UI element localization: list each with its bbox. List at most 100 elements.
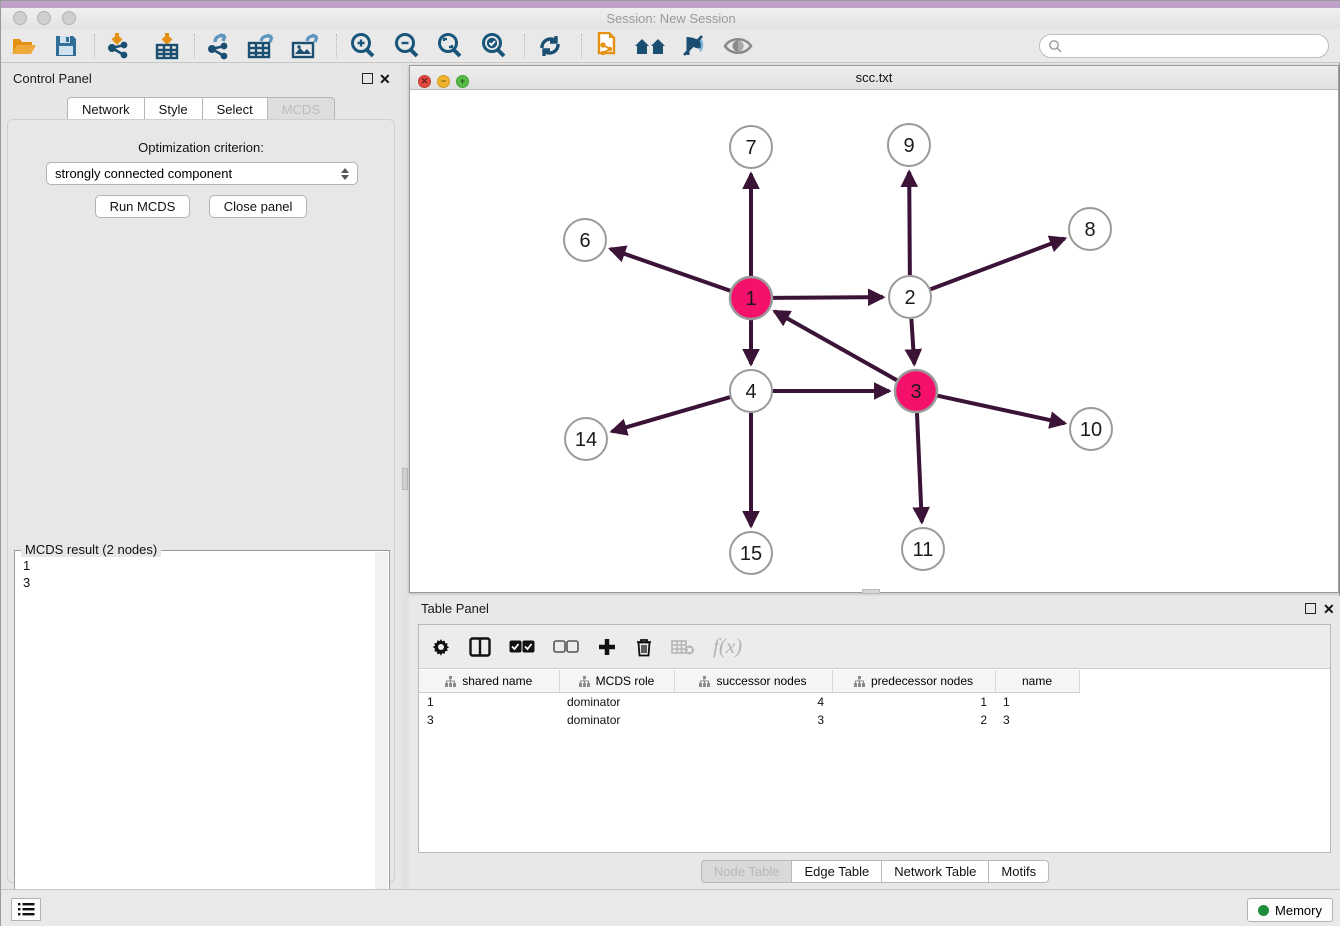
result-scrollbar[interactable] bbox=[375, 552, 388, 926]
panel-splitter[interactable] bbox=[401, 63, 409, 889]
graph-edge[interactable] bbox=[917, 413, 922, 522]
table-row[interactable]: 1 dominator 4 1 1 bbox=[419, 693, 1079, 712]
graph-edge[interactable] bbox=[911, 319, 914, 364]
float-panel-icon[interactable] bbox=[362, 73, 373, 84]
add-icon[interactable] bbox=[597, 637, 617, 657]
tab-network-table[interactable]: Network Table bbox=[882, 860, 989, 883]
toolbar-separator bbox=[94, 34, 95, 58]
clone-network-icon[interactable] bbox=[589, 32, 623, 60]
zoom-in-icon[interactable] bbox=[346, 32, 380, 60]
columns-icon[interactable] bbox=[469, 637, 491, 657]
background-window-strip bbox=[1, 1, 1340, 8]
save-session-icon[interactable] bbox=[49, 32, 83, 60]
graph-node[interactable]: 2 bbox=[889, 276, 931, 318]
import-network-icon[interactable] bbox=[102, 32, 136, 60]
zoom-out-icon[interactable] bbox=[390, 32, 424, 60]
mcds-result-list: 1 3 bbox=[23, 557, 30, 591]
graph-node[interactable]: 14 bbox=[565, 418, 607, 460]
memory-button[interactable]: Memory bbox=[1247, 898, 1333, 922]
function-icon[interactable]: f(x) bbox=[713, 634, 742, 659]
toolbar-separator bbox=[581, 34, 582, 58]
graph-node[interactable]: 10 bbox=[1070, 408, 1112, 450]
close-panel-icon[interactable]: ✕ bbox=[1323, 601, 1335, 618]
select-all-icon[interactable] bbox=[509, 640, 535, 654]
gear-icon[interactable] bbox=[431, 637, 451, 657]
graph-node[interactable]: 7 bbox=[730, 126, 772, 168]
zoom-selected-icon[interactable] bbox=[477, 32, 511, 60]
task-history-button[interactable] bbox=[11, 898, 41, 921]
graph-node-label: 4 bbox=[745, 381, 756, 403]
graph-node[interactable]: 4 bbox=[730, 370, 772, 412]
splitter-handle[interactable] bbox=[402, 468, 408, 490]
column-header[interactable]: successor nodes bbox=[674, 670, 832, 693]
optimization-criterion-label: Optimization criterion: bbox=[8, 140, 394, 155]
mcds-panel-body: Optimization criterion: strongly connect… bbox=[7, 119, 395, 883]
graph-node-label: 2 bbox=[904, 287, 915, 309]
delete-table-icon[interactable] bbox=[671, 639, 695, 655]
graphics-details-icon[interactable] bbox=[721, 32, 755, 60]
float-panel-icon[interactable] bbox=[1305, 603, 1316, 614]
close-panel-icon[interactable]: ✕ bbox=[379, 71, 391, 88]
column-header[interactable]: predecessor nodes bbox=[832, 670, 995, 693]
network-view-window: ✕−+ scc.txt 7968124314101511 bbox=[409, 65, 1339, 593]
graph-edge[interactable] bbox=[775, 311, 897, 380]
search-input[interactable] bbox=[1039, 34, 1329, 58]
graph-node-label: 15 bbox=[740, 543, 762, 565]
apply-layout-icon[interactable] bbox=[533, 32, 567, 60]
optimization-criterion-value: strongly connected component bbox=[55, 166, 232, 181]
network-canvas[interactable]: 7 9 6 8 1 2 4 3 14 10 15 11 bbox=[410, 90, 1338, 592]
optimization-criterion-select[interactable]: strongly connected component bbox=[46, 162, 358, 185]
first-neighbors-icon[interactable] bbox=[633, 32, 667, 60]
graph-edge[interactable] bbox=[937, 396, 1064, 424]
graph-node[interactable]: 9 bbox=[888, 124, 930, 166]
table-box: f(x) shared name MCDS role successor nod… bbox=[418, 624, 1331, 853]
select-stepper-icon bbox=[341, 168, 349, 180]
table-panel-title: Table Panel bbox=[421, 601, 489, 616]
graph-node-label: 9 bbox=[903, 135, 914, 157]
export-network-icon[interactable] bbox=[202, 32, 236, 60]
node-table: shared name MCDS role successor nodes pr… bbox=[419, 670, 1080, 729]
graph-node-label: 1 bbox=[745, 288, 756, 310]
mcds-result-item: 3 bbox=[23, 574, 30, 591]
graph-node-label: 6 bbox=[579, 230, 590, 252]
graph-node-label: 7 bbox=[745, 137, 756, 159]
graph-edge[interactable] bbox=[612, 397, 730, 431]
tab-node-table[interactable]: Node Table bbox=[701, 860, 793, 883]
status-bar: Memory bbox=[1, 889, 1340, 926]
deselect-all-icon[interactable] bbox=[553, 640, 579, 654]
table-row[interactable]: 3 dominator 3 2 3 bbox=[419, 711, 1079, 729]
tab-edge-table[interactable]: Edge Table bbox=[792, 860, 882, 883]
open-session-icon[interactable] bbox=[7, 32, 41, 60]
graph-node[interactable]: 3 bbox=[895, 370, 937, 412]
control-panel: Control Panel ✕ NetworkStyleSelectMCDS O… bbox=[1, 63, 401, 889]
graph-edge[interactable] bbox=[909, 172, 910, 275]
graph-edge[interactable] bbox=[773, 297, 883, 298]
annotations-icon[interactable] bbox=[676, 32, 710, 60]
table-toolbar: f(x) bbox=[419, 625, 1330, 669]
list-icon bbox=[17, 902, 35, 917]
export-table-icon[interactable] bbox=[245, 32, 279, 60]
export-image-icon[interactable] bbox=[289, 32, 323, 60]
graph-node[interactable]: 8 bbox=[1069, 208, 1111, 250]
zoom-fit-icon[interactable] bbox=[433, 32, 467, 60]
column-header[interactable]: MCDS role bbox=[559, 670, 674, 693]
column-header[interactable]: shared name bbox=[419, 670, 559, 693]
graph-node-label: 14 bbox=[575, 429, 597, 451]
column-header[interactable]: name bbox=[995, 670, 1079, 693]
mcds-result-box: MCDS result (2 nodes) 1 3 bbox=[14, 550, 390, 926]
import-table-icon[interactable] bbox=[150, 32, 184, 60]
network-window-title: scc.txt bbox=[410, 70, 1338, 85]
graph-node-label: 8 bbox=[1084, 219, 1095, 241]
trash-icon[interactable] bbox=[635, 637, 653, 657]
tab-motifs[interactable]: Motifs bbox=[989, 860, 1049, 883]
close-panel-button[interactable]: Close panel bbox=[209, 195, 308, 218]
horizontal-splitter-handle[interactable] bbox=[862, 589, 880, 594]
graph-node[interactable]: 11 bbox=[902, 528, 944, 570]
graph-node[interactable]: 15 bbox=[730, 532, 772, 574]
graph-node[interactable]: 6 bbox=[564, 219, 606, 261]
run-mcds-button[interactable]: Run MCDS bbox=[95, 195, 191, 218]
graph-node[interactable]: 1 bbox=[730, 277, 772, 319]
application-window: Session: New Session bbox=[0, 0, 1340, 926]
graph-edge[interactable] bbox=[931, 239, 1065, 290]
graph-edge[interactable] bbox=[610, 249, 730, 291]
